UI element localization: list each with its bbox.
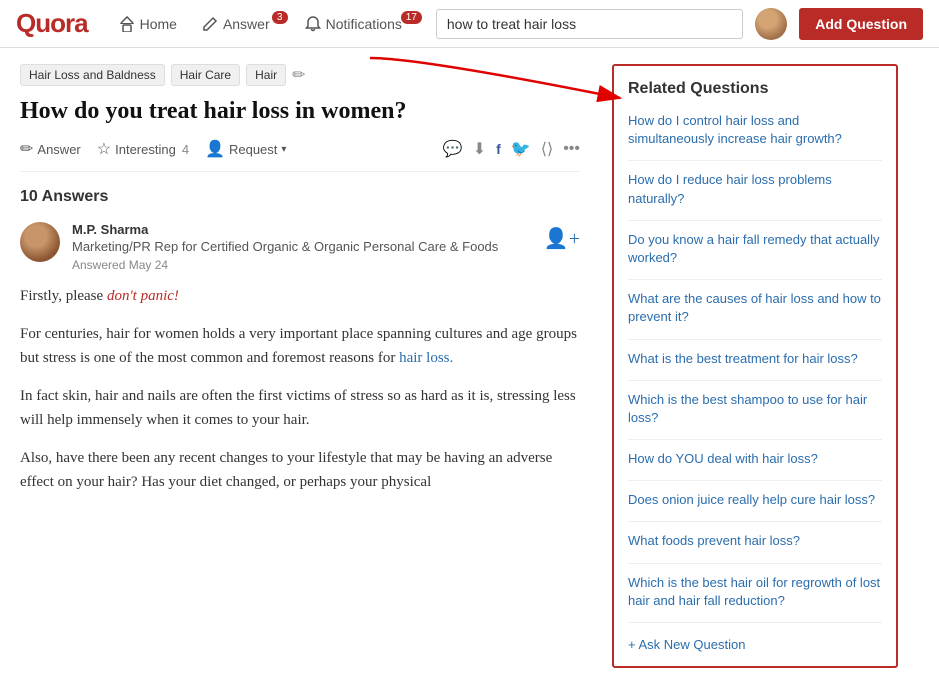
twitter-icon[interactable]: 🐦 (511, 139, 531, 159)
bell-icon (304, 15, 322, 33)
follow-icon[interactable]: 👤+ (544, 226, 580, 272)
related-item-5: Which is the best shampoo to use for hai… (628, 391, 882, 427)
star-icon: ☆ (97, 139, 111, 159)
highlight-dont-panic: don't panic! (107, 288, 179, 304)
request-dropdown-icon: ▾ (281, 144, 286, 155)
share-icon[interactable]: ⟨⟩ (541, 139, 553, 159)
answer-para-1: For centuries, hair for women holds a ve… (20, 322, 580, 370)
request-action[interactable]: 👤 Request ▾ (205, 139, 286, 159)
related-item-4: What is the best treatment for hair loss… (628, 350, 882, 368)
avatar[interactable] (755, 8, 787, 40)
main-layout: Hair Loss and Baldness Hair Care Hair ✏ … (0, 48, 939, 684)
interesting-action[interactable]: ☆ Interesting 4 (97, 139, 189, 159)
related-link-3[interactable]: What are the causes of hair loss and how… (628, 290, 882, 326)
answers-count: 10 Answers (20, 188, 580, 206)
nav-answer-label: Answer (223, 16, 270, 32)
answerer-name[interactable]: M.P. Sharma (72, 222, 532, 239)
answer-action-label: Answer (37, 142, 80, 157)
nav-bar: Home Answer 3 Notifications 17 (108, 9, 424, 39)
answer-para-3: Also, have there been any recent changes… (20, 446, 580, 494)
notifications-badge: 17 (401, 11, 422, 24)
divider-1 (628, 220, 882, 221)
ask-new-question-link[interactable]: + Ask New Question (628, 633, 882, 652)
related-item-3: What are the causes of hair loss and how… (628, 290, 882, 326)
question-title: How do you treat hair loss in women? (20, 96, 580, 127)
interesting-label: Interesting (115, 142, 176, 157)
divider-5 (628, 439, 882, 440)
action-bar: ✏ Answer ☆ Interesting 4 👤 Request ▾ 💬 ⬇… (20, 139, 580, 172)
answerer-avatar (20, 222, 60, 262)
answerer-bio: Marketing/PR Rep for Certified Organic &… (72, 239, 532, 256)
related-item-8: What foods prevent hair loss? (628, 532, 882, 550)
logo[interactable]: Quora (16, 8, 88, 39)
header: Quora Home Answer 3 (0, 0, 939, 48)
related-item-2: Do you know a hair fall remedy that actu… (628, 231, 882, 267)
breadcrumb: Hair Loss and Baldness Hair Care Hair ✏ (20, 64, 580, 86)
related-item-0: How do I control hair loss and simultane… (628, 112, 882, 148)
nav-home-label: Home (140, 16, 177, 32)
divider-8 (628, 563, 882, 564)
answer-action-icon: ✏ (20, 139, 33, 159)
divider-3 (628, 339, 882, 340)
divider-4 (628, 380, 882, 381)
divider-6 (628, 480, 882, 481)
divider-0 (628, 160, 882, 161)
related-link-0[interactable]: How do I control hair loss and simultane… (628, 112, 882, 148)
nav-home[interactable]: Home (108, 9, 187, 39)
add-question-button[interactable]: Add Question (799, 8, 923, 40)
breadcrumb-item-2[interactable]: Hair (246, 64, 286, 86)
related-link-1[interactable]: How do I reduce hair loss problems natur… (628, 171, 882, 207)
answer-badge: 3 (272, 11, 288, 24)
answer-item: M.P. Sharma Marketing/PR Rep for Certifi… (20, 222, 580, 272)
divider-2 (628, 279, 882, 280)
answer-text: Firstly, please don't panic! For centuri… (20, 284, 580, 494)
answer-para-0: Firstly, please don't panic! (20, 284, 580, 308)
related-link-2[interactable]: Do you know a hair fall remedy that actu… (628, 231, 882, 267)
hair-loss-link-1[interactable]: hair loss. (399, 350, 453, 366)
divider-9 (628, 622, 882, 623)
related-link-9[interactable]: Which is the best hair oil for regrowth … (628, 574, 882, 610)
request-icon: 👤 (205, 139, 225, 159)
breadcrumb-item-1[interactable]: Hair Care (171, 64, 240, 86)
related-item-9: Which is the best hair oil for regrowth … (628, 574, 882, 610)
nav-answer[interactable]: Answer 3 (191, 9, 290, 39)
related-questions-box: Related Questions How do I control hair … (612, 64, 898, 668)
breadcrumb-edit-icon[interactable]: ✏ (292, 65, 305, 85)
answer-date: Answered May 24 (72, 258, 532, 272)
nav-notifications[interactable]: Notifications 17 (294, 9, 424, 39)
related-link-5[interactable]: Which is the best shampoo to use for hai… (628, 391, 882, 427)
related-item-1: How do I reduce hair loss problems natur… (628, 171, 882, 207)
comment-icon[interactable]: 💬 (443, 139, 463, 159)
search-input[interactable] (436, 9, 743, 39)
content-area: Hair Loss and Baldness Hair Care Hair ✏ … (0, 48, 600, 684)
related-link-8[interactable]: What foods prevent hair loss? (628, 532, 882, 550)
downvote-icon[interactable]: ⬇ (473, 139, 486, 159)
divider-7 (628, 521, 882, 522)
facebook-icon[interactable]: f (496, 141, 501, 157)
breadcrumb-item-0[interactable]: Hair Loss and Baldness (20, 64, 165, 86)
request-label: Request (229, 142, 277, 157)
related-link-7[interactable]: Does onion juice really help cure hair l… (628, 491, 882, 509)
answer-meta: M.P. Sharma Marketing/PR Rep for Certifi… (72, 222, 532, 272)
related-link-4[interactable]: What is the best treatment for hair loss… (628, 350, 882, 368)
related-item-7: Does onion juice really help cure hair l… (628, 491, 882, 509)
answer-para-2: In fact skin, hair and nails are often t… (20, 384, 580, 432)
interesting-count: 4 (182, 142, 189, 157)
answer-action[interactable]: ✏ Answer (20, 139, 81, 159)
social-icons: 💬 ⬇ f 🐦 ⟨⟩ ••• (443, 139, 580, 159)
more-icon[interactable]: ••• (563, 140, 580, 158)
related-link-6[interactable]: How do YOU deal with hair loss? (628, 450, 882, 468)
related-questions-title: Related Questions (628, 80, 882, 98)
edit-icon (201, 15, 219, 33)
sidebar: Related Questions How do I control hair … (600, 48, 910, 684)
avatar-image (755, 8, 787, 40)
related-item-6: How do YOU deal with hair loss? (628, 450, 882, 468)
nav-notifications-label: Notifications (326, 16, 402, 32)
home-icon (118, 15, 136, 33)
